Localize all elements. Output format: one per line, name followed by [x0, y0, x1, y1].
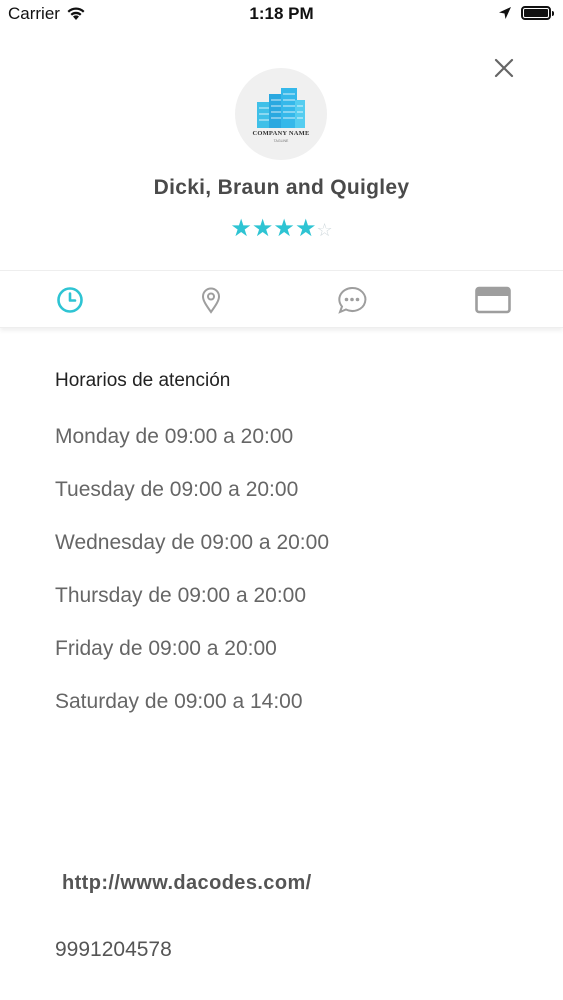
rating-stars: ★★★★☆ — [0, 214, 563, 245]
hours-item-tuesday: Tuesday de 09:00 a 20:00 — [55, 478, 299, 501]
tab-comments[interactable] — [336, 285, 367, 315]
tab-hours[interactable] — [55, 285, 85, 315]
hours-item-friday: Friday de 09:00 a 20:00 — [55, 637, 277, 660]
hours-item-saturday: Saturday de 09:00 a 14:00 — [55, 690, 303, 713]
card-icon — [475, 286, 511, 314]
close-icon — [494, 58, 514, 78]
close-button[interactable] — [490, 54, 518, 82]
company-name: Dicki, Braun and Quigley — [153, 176, 410, 199]
star-icon: ★ — [294, 215, 317, 242]
star-empty-icon: ☆ — [316, 220, 333, 240]
tab-payment[interactable] — [475, 285, 511, 315]
logo-text: COMPANY NAME — [252, 130, 310, 137]
website-link[interactable]: http://www.dacodes.com/ — [62, 872, 312, 895]
tab-location[interactable] — [196, 285, 226, 315]
hours-item-thursday: Thursday de 09:00 a 20:00 — [55, 584, 307, 607]
clock-icon — [57, 287, 83, 313]
star-icon: ★ — [273, 215, 295, 242]
phone-number[interactable]: 9991204578 — [55, 938, 172, 962]
hours-list: Monday de 09:00 a 20:00 Tuesday de 09:00… — [55, 424, 345, 742]
battery-icon — [521, 6, 554, 20]
star-icon: ★ — [230, 215, 252, 242]
schedule-heading: Horarios de atención — [55, 370, 231, 391]
star-icon: ★ — [251, 215, 274, 242]
chat-bubble-icon — [338, 286, 367, 314]
location-pin-icon — [201, 287, 221, 314]
logo-tagline: TAGLINE — [273, 139, 289, 143]
hours-item-monday: Monday de 09:00 a 20:00 — [55, 425, 294, 448]
hours-item-wednesday: Wednesday de 09:00 a 20:00 — [55, 531, 329, 554]
company-logo: COMPANY NAME TAGLINE — [235, 68, 327, 160]
status-bar: Carrier 1:18 PM — [0, 0, 563, 30]
buildings-icon — [257, 88, 305, 128]
status-time: 1:18 PM — [249, 4, 314, 23]
tab-bar — [0, 270, 563, 328]
location-arrow-icon — [499, 7, 511, 19]
